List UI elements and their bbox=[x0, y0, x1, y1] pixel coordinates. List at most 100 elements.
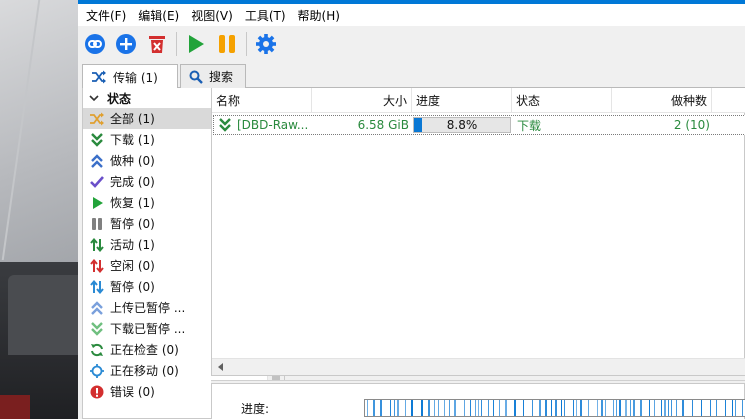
pause-button[interactable] bbox=[214, 31, 240, 57]
wallpaper-detail bbox=[8, 275, 78, 355]
wallpaper-detail bbox=[1, 0, 41, 260]
downloaded-piece bbox=[654, 400, 655, 416]
double-chevron-down-icon bbox=[89, 132, 105, 148]
sidebar-item-label: 下载已暂停 ... bbox=[110, 322, 186, 336]
refresh-icon bbox=[89, 342, 105, 358]
app-window: 文件(F) 编辑(E) 视图(V) 工具(T) 帮助(H) 传输 (1) 搜索 … bbox=[78, 0, 745, 419]
downloaded-piece bbox=[532, 400, 533, 416]
downloaded-piece bbox=[514, 400, 516, 416]
downloaded-piece bbox=[380, 400, 382, 416]
desktop-wallpaper bbox=[0, 0, 78, 419]
menu-tools[interactable]: 工具(T) bbox=[241, 7, 294, 24]
add-torrent-button[interactable] bbox=[113, 31, 139, 57]
options-button[interactable] bbox=[253, 31, 279, 57]
downloaded-piece bbox=[716, 400, 717, 416]
downloading-status-icon bbox=[218, 116, 236, 134]
search-icon bbox=[189, 70, 203, 84]
downloaded-piece bbox=[573, 400, 574, 416]
tab-search[interactable]: 搜索 bbox=[180, 64, 246, 88]
downloaded-piece bbox=[601, 400, 603, 416]
column-header-name[interactable]: 名称 bbox=[212, 88, 312, 113]
downloaded-piece bbox=[493, 400, 494, 416]
check-icon bbox=[89, 174, 105, 190]
properties-content: 进度: bbox=[211, 383, 745, 419]
toolbar-separator bbox=[176, 32, 177, 56]
transfer-list-header: 名称 大小 进度 状态 做种数 bbox=[212, 88, 745, 113]
downloaded-piece bbox=[428, 400, 430, 416]
torrent-size: 6.58 GiB bbox=[357, 118, 409, 132]
plus-circle-icon bbox=[116, 34, 136, 54]
column-header-size[interactable]: 大小 bbox=[312, 88, 412, 113]
downloaded-piece bbox=[597, 400, 598, 416]
downloaded-piece bbox=[725, 400, 726, 416]
downloaded-piece bbox=[539, 400, 541, 416]
delete-button[interactable] bbox=[144, 31, 170, 57]
downloaded-piece bbox=[394, 400, 395, 416]
downloaded-piece bbox=[564, 400, 565, 416]
resume-button[interactable] bbox=[183, 31, 209, 57]
add-link-button[interactable] bbox=[82, 31, 108, 57]
sidebar-item-label: 错误 (0) bbox=[110, 385, 155, 399]
shuffle-icon bbox=[92, 70, 106, 84]
downloaded-piece bbox=[668, 400, 669, 416]
sidebar-item-label: 做种 (0) bbox=[110, 154, 155, 168]
downloaded-piece bbox=[625, 400, 627, 416]
downloaded-piece bbox=[710, 400, 711, 416]
downloaded-piece bbox=[640, 400, 642, 416]
downloaded-piece bbox=[470, 400, 471, 416]
downloaded-piece bbox=[464, 400, 465, 416]
downloaded-piece bbox=[633, 400, 635, 416]
downloaded-piece bbox=[444, 400, 445, 416]
torrent-progress-bar: 8.8% bbox=[413, 117, 511, 133]
downloaded-piece bbox=[555, 400, 557, 416]
column-header-seeds[interactable]: 做种数 bbox=[612, 88, 712, 113]
downloaded-piece bbox=[676, 400, 677, 416]
table-row[interactable]: [DBD-Raw... 6.58 GiB 8.8% 下载 2 (10) bbox=[213, 115, 745, 135]
downloaded-piece bbox=[616, 400, 617, 416]
sidebar-item-label: 空闲 (0) bbox=[110, 259, 155, 273]
downloaded-piece bbox=[545, 400, 547, 416]
torrent-progress-text: 8.8% bbox=[446, 118, 478, 132]
trash-icon bbox=[149, 36, 165, 53]
sidebar-item-label: 恢复 (1) bbox=[110, 196, 155, 210]
downloaded-piece bbox=[405, 400, 406, 416]
downloaded-piece bbox=[649, 400, 650, 416]
downloaded-piece bbox=[682, 400, 684, 416]
downloaded-piece bbox=[664, 400, 666, 416]
pause-icon bbox=[219, 35, 235, 53]
sidebar-item-label: 暂停 (0) bbox=[110, 280, 155, 294]
downloaded-piece bbox=[661, 400, 662, 416]
tab-transfers[interactable]: 传输 (1) bbox=[82, 64, 178, 89]
downloaded-piece bbox=[701, 400, 702, 416]
menu-view[interactable]: 视图(V) bbox=[187, 7, 241, 24]
toolbar-separator bbox=[246, 32, 247, 56]
transfer-list-hscrollbar[interactable] bbox=[212, 358, 745, 375]
menu-file[interactable]: 文件(F) bbox=[82, 7, 134, 24]
downloaded-piece bbox=[449, 400, 450, 416]
column-header-progress[interactable]: 进度 bbox=[412, 88, 512, 113]
sidebar-item-label: 下载 (1) bbox=[110, 133, 155, 147]
updown-arrows-icon bbox=[89, 258, 105, 274]
scroll-left-arrow[interactable] bbox=[218, 363, 223, 371]
downloaded-piece bbox=[397, 400, 399, 416]
downloaded-piece bbox=[630, 400, 631, 416]
sidebar-item-label: 活动 (1) bbox=[110, 238, 155, 252]
downloaded-piece bbox=[692, 400, 693, 416]
downloaded-piece bbox=[605, 400, 606, 416]
downloaded-piece bbox=[619, 400, 621, 416]
transfer-list: 名称 大小 进度 状态 做种数 [DBD-Raw... 6.58 GiB 8.8… bbox=[211, 88, 745, 376]
updown-arrows-icon bbox=[89, 237, 105, 253]
tab-strip: 传输 (1) 搜索 bbox=[82, 64, 745, 89]
status-section-title: 状态 bbox=[107, 91, 132, 106]
sidebar-item-label: 正在检查 (0) bbox=[110, 343, 179, 357]
shuffle-icon bbox=[89, 111, 105, 127]
chevron-down-icon bbox=[89, 95, 99, 102]
double-chevron-up-icon bbox=[89, 300, 105, 316]
double-chevron-down-icon bbox=[219, 118, 231, 132]
downloaded-piece bbox=[576, 400, 577, 416]
menu-help[interactable]: 帮助(H) bbox=[294, 7, 348, 24]
toolbar bbox=[78, 26, 745, 62]
menu-edit[interactable]: 编辑(E) bbox=[134, 7, 187, 24]
column-header-status[interactable]: 状态 bbox=[512, 88, 612, 113]
downloaded-piece bbox=[671, 400, 672, 416]
